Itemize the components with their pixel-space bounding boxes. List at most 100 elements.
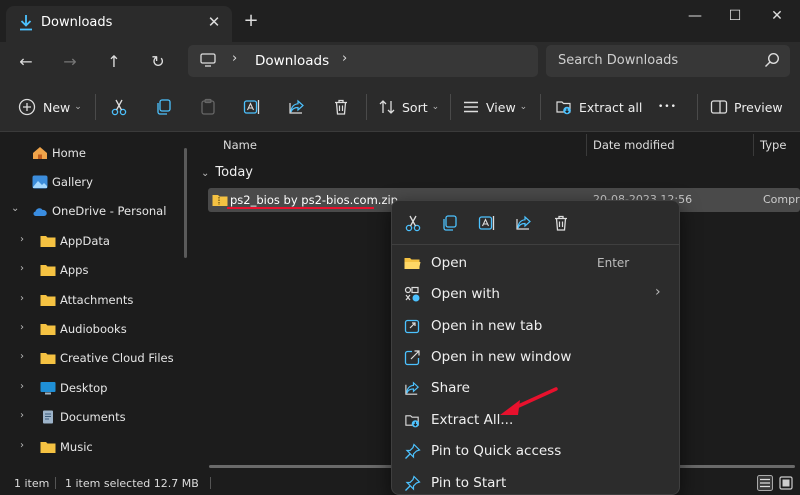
sidebar-item-label: Gallery: [52, 175, 93, 189]
menu-item-pin-to-start[interactable]: Pin to Start: [392, 468, 679, 494]
sidebar-item-attachments[interactable]: › Attachments: [0, 286, 185, 314]
details-view-icon[interactable]: [757, 475, 773, 491]
extract-all-button[interactable]: Extract all: [555, 96, 642, 118]
more-options-button[interactable]: •••: [658, 96, 677, 118]
column-header-type[interactable]: Type: [760, 138, 786, 152]
menu-item-label: Open in new window: [431, 349, 572, 365]
new-button[interactable]: New ⌄: [18, 96, 82, 118]
rename-button[interactable]: [243, 96, 261, 118]
open-with-icon: [404, 286, 420, 302]
computer-icon: [200, 53, 216, 67]
sidebar-item-gallery[interactable]: Gallery: [0, 168, 185, 196]
menu-item-open-in-new-window[interactable]: Open in new window: [392, 342, 679, 373]
sidebar-scrollbar[interactable]: [184, 148, 187, 258]
up-button[interactable]: ↑: [100, 48, 128, 76]
tab-close-button[interactable]: ✕: [204, 12, 224, 32]
menu-item-open-in-new-tab[interactable]: Open in new tab: [392, 311, 679, 342]
close-window-button[interactable]: ✕: [762, 6, 792, 26]
context-copy-button[interactable]: [438, 211, 462, 235]
tab-downloads[interactable]: Downloads ✕: [6, 6, 232, 42]
chevron-right-icon[interactable]: ›: [20, 440, 24, 451]
cut-button[interactable]: [110, 96, 128, 118]
new-tab-button[interactable]: +: [240, 10, 262, 32]
sidebar-item-creative-cloud-files[interactable]: › Creative Cloud Files: [0, 344, 185, 372]
chevron-right-icon[interactable]: ›: [20, 293, 24, 304]
documents-icon: [43, 410, 53, 424]
item-count: 1 item: [14, 477, 50, 490]
divider: [540, 94, 541, 120]
chevron-right-icon[interactable]: ›: [20, 351, 24, 362]
context-share-button[interactable]: [512, 211, 536, 235]
sidebar-item-apps[interactable]: › Apps: [0, 256, 185, 284]
chevron-right-icon[interactable]: ›: [20, 234, 24, 245]
tab-title: Downloads: [41, 15, 113, 30]
menu-item-open[interactable]: Open Enter: [392, 248, 679, 279]
new-tab-icon: [404, 319, 420, 334]
menu-item-label: Pin to Start: [431, 475, 507, 491]
search-icon: [765, 52, 780, 67]
share-icon: [516, 215, 531, 230]
refresh-button[interactable]: ↻: [144, 48, 172, 76]
sidebar-item-desktop[interactable]: › Desktop: [0, 374, 185, 402]
context-delete-button[interactable]: [549, 211, 573, 235]
preview-pane-icon: [710, 100, 728, 114]
address-bar[interactable]: › Downloads ›: [188, 45, 538, 77]
folder-icon: [40, 295, 56, 306]
breadcrumb-separator-end[interactable]: ›: [342, 51, 347, 66]
view-button[interactable]: View ⌄: [462, 96, 527, 118]
sidebar-item-label: Creative Cloud Files: [60, 351, 174, 365]
preview-button[interactable]: Preview: [710, 96, 783, 118]
minimize-button[interactable]: —: [680, 6, 710, 26]
sidebar-item-music[interactable]: › Music: [0, 433, 185, 461]
sidebar-item-label: AppData: [60, 234, 110, 248]
menu-item-label: Pin to Quick access: [431, 443, 562, 459]
maximize-button[interactable]: ☐: [720, 6, 750, 26]
sidebar-item-documents[interactable]: › Documents: [0, 403, 185, 431]
new-label: New: [43, 99, 71, 115]
onedrive-icon: [33, 208, 47, 216]
preview-label: Preview: [734, 99, 783, 115]
breadcrumb-separator[interactable]: ›: [232, 51, 237, 66]
sidebar-item-audiobooks[interactable]: › Audiobooks: [0, 315, 185, 343]
extract-icon: [405, 415, 419, 428]
group-header-today[interactable]: ⌄ Today: [201, 165, 253, 180]
context-rename-button[interactable]: [475, 211, 499, 235]
paste-button[interactable]: [199, 96, 217, 118]
menu-item-label: Open in new tab: [431, 318, 543, 334]
folder-open-icon: [404, 258, 421, 269]
chevron-right-icon[interactable]: ›: [20, 263, 24, 274]
sidebar-item-home[interactable]: Home: [0, 139, 185, 167]
copy-button[interactable]: [155, 96, 173, 118]
forward-button[interactable]: →: [56, 48, 84, 76]
column-header-name[interactable]: Name: [223, 138, 257, 152]
back-button[interactable]: ←: [12, 48, 40, 76]
zip-folder-icon: [212, 195, 228, 206]
chevron-right-icon[interactable]: ›: [20, 322, 24, 333]
menu-item-pin-to-quick-access[interactable]: Pin to Quick access: [392, 436, 679, 467]
column-header-date-modified[interactable]: Date modified: [593, 138, 675, 152]
chevron-down-icon: ⌄: [74, 102, 82, 112]
chevron-right-icon[interactable]: ›: [20, 381, 24, 392]
search-input[interactable]: Search Downloads: [558, 53, 678, 68]
divider: [366, 94, 367, 120]
column-divider[interactable]: [586, 134, 587, 156]
tiles-view-icon[interactable]: [778, 475, 794, 491]
delete-button[interactable]: [332, 96, 350, 118]
breadcrumb-downloads[interactable]: Downloads: [255, 53, 329, 69]
pin-icon: [405, 443, 421, 459]
navigation-pane: Home Gallery ⌄ OneDrive - Personal › App…: [0, 132, 190, 470]
sidebar-item-onedrive[interactable]: ⌄ OneDrive - Personal: [0, 197, 185, 225]
sort-button[interactable]: Sort ⌄: [378, 96, 439, 118]
divider: [450, 94, 451, 120]
folder-icon: [40, 265, 56, 276]
sidebar-item-appdata[interactable]: › AppData: [0, 227, 185, 255]
column-divider[interactable]: [753, 134, 754, 156]
share-button[interactable]: [288, 96, 306, 118]
chevron-right-icon[interactable]: ›: [20, 410, 24, 421]
search-box[interactable]: Search Downloads: [546, 45, 790, 77]
sidebar-item-label: Home: [52, 146, 86, 160]
folder-icon: [40, 353, 56, 364]
chevron-down-icon[interactable]: ⌄: [11, 203, 19, 214]
menu-item-open-with[interactable]: Open with ›: [392, 279, 679, 310]
context-cut-button[interactable]: [401, 211, 425, 235]
